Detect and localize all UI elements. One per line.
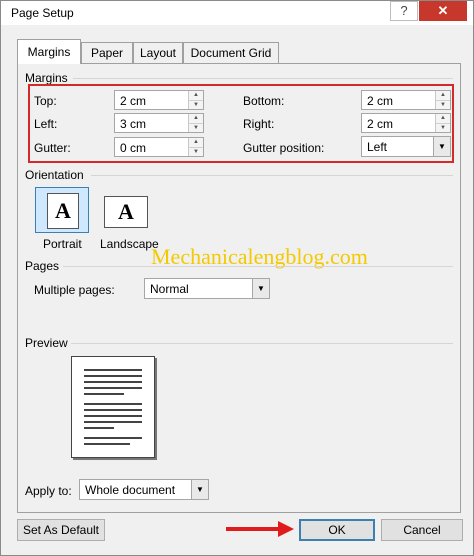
apply-to-label: Apply to: (25, 484, 72, 498)
right-margin-input[interactable]: 2 cm ▲ ▼ (361, 113, 451, 133)
apply-to-value: Whole document (85, 483, 176, 497)
orientation-group-label: Orientation (25, 168, 84, 182)
preview-group-label: Preview (25, 336, 68, 350)
ok-button[interactable]: OK (299, 519, 375, 541)
multiple-pages-select[interactable]: Normal ▼ (144, 278, 270, 299)
preview-line (84, 427, 114, 429)
preview-line (84, 443, 130, 445)
portrait-label: Portrait (43, 237, 82, 251)
left-margin-input[interactable]: 3 cm ▲ ▼ (114, 113, 204, 133)
tab-layout[interactable]: Layout (133, 42, 183, 63)
left-margin-spinner[interactable]: ▲ ▼ (188, 114, 203, 132)
left-margin-value: 3 cm (120, 117, 147, 131)
set-as-default-button[interactable]: Set As Default (17, 519, 105, 541)
page-preview (71, 356, 155, 458)
multiple-pages-label: Multiple pages: (34, 283, 115, 297)
preview-line (84, 409, 142, 411)
preview-line (84, 369, 142, 371)
chevron-down-icon[interactable]: ▼ (433, 137, 450, 156)
top-margin-input[interactable]: 2 cm ▲ ▼ (114, 90, 204, 110)
preview-group-divider (71, 343, 453, 344)
tab-margins[interactable]: Margins (17, 39, 81, 64)
spin-up-icon[interactable]: ▲ (436, 114, 450, 124)
pages-group-label: Pages (25, 259, 60, 273)
top-margin-spinner[interactable]: ▲ ▼ (188, 91, 203, 109)
preview-line (84, 403, 142, 405)
gutter-value: 0 cm (120, 141, 147, 155)
chevron-down-icon[interactable]: ▼ (252, 279, 269, 298)
red-arrow-icon (278, 521, 294, 537)
spin-down-icon[interactable]: ▼ (189, 124, 203, 133)
spin-up-icon[interactable]: ▲ (189, 114, 203, 124)
landscape-page-icon: A (104, 196, 148, 228)
preview-line (84, 375, 142, 377)
chevron-down-icon[interactable]: ▼ (191, 480, 208, 499)
spin-up-icon[interactable]: ▲ (436, 91, 450, 101)
preview-line (84, 421, 142, 423)
portrait-page-icon: A (47, 193, 79, 229)
landscape-option[interactable]: A (100, 187, 154, 233)
orientation-group-divider (91, 175, 453, 176)
top-label: Top: (34, 94, 57, 108)
multiple-pages-value: Normal (150, 282, 189, 296)
preview-line (84, 381, 142, 383)
preview-line (84, 437, 142, 439)
spin-down-icon[interactable]: ▼ (436, 124, 450, 133)
gutter-spinner[interactable]: ▲ ▼ (188, 138, 203, 156)
spin-down-icon[interactable]: ▼ (189, 101, 203, 110)
bottom-margin-value: 2 cm (367, 94, 394, 108)
right-margin-spinner[interactable]: ▲ ▼ (435, 114, 450, 132)
dialog-title: Page Setup (11, 6, 74, 20)
spin-down-icon[interactable]: ▼ (436, 101, 450, 110)
apply-to-select[interactable]: Whole document ▼ (79, 479, 209, 500)
gutter-position-label: Gutter position: (243, 141, 325, 155)
spin-down-icon[interactable]: ▼ (189, 148, 203, 157)
gutter-position-select[interactable]: Left ▼ (361, 136, 451, 157)
top-margin-value: 2 cm (120, 94, 147, 108)
cancel-button[interactable]: Cancel (381, 519, 463, 541)
spin-up-icon[interactable]: ▲ (189, 138, 203, 148)
page-setup-dialog: Page Setup ? ✕ Margins Paper Layout Docu… (0, 0, 474, 556)
preview-line (84, 415, 142, 417)
bottom-margin-spinner[interactable]: ▲ ▼ (435, 91, 450, 109)
right-label: Right: (243, 117, 275, 131)
portrait-option[interactable]: A (35, 187, 89, 233)
bottom-margin-input[interactable]: 2 cm ▲ ▼ (361, 90, 451, 110)
title-bar: Page Setup ? ✕ (1, 1, 473, 25)
left-label: Left: (34, 117, 58, 131)
bottom-label: Bottom: (243, 94, 285, 108)
tab-document-grid[interactable]: Document Grid (183, 42, 279, 63)
gutter-input[interactable]: 0 cm ▲ ▼ (114, 137, 204, 157)
red-arrow-shaft (226, 527, 280, 531)
margins-group-divider (73, 78, 453, 79)
gutter-position-value: Left (367, 140, 388, 154)
help-button[interactable]: ? (390, 1, 418, 21)
margins-group-label: Margins (25, 71, 68, 85)
close-button[interactable]: ✕ (419, 1, 467, 21)
pages-group-divider (63, 266, 453, 267)
tab-paper[interactable]: Paper (81, 42, 133, 63)
close-icon: ✕ (437, 3, 449, 18)
gutter-label: Gutter: (34, 141, 71, 155)
preview-line (84, 387, 142, 389)
preview-line (84, 393, 124, 395)
right-margin-value: 2 cm (367, 117, 394, 131)
landscape-label: Landscape (100, 237, 159, 251)
spin-up-icon[interactable]: ▲ (189, 91, 203, 101)
